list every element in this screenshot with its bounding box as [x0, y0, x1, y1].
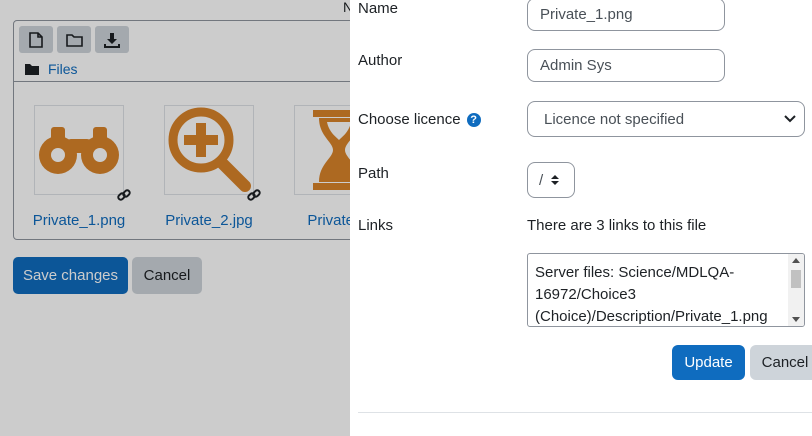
scroll-down-icon[interactable]	[792, 317, 800, 322]
path-select[interactable]: /	[527, 162, 575, 198]
scrollbar-thumb[interactable]	[791, 270, 801, 288]
name-input[interactable]: Private_1.png	[527, 0, 725, 31]
links-list[interactable]: Server files: Science/MDLQA-16972/Choice…	[527, 253, 805, 327]
author-label: Author	[358, 52, 403, 69]
sort-icon	[551, 175, 560, 185]
link-path: Server files: Science/MDLQA-16972/Choice…	[535, 264, 768, 325]
update-button[interactable]: Update	[672, 345, 745, 380]
help-icon[interactable]: ?	[466, 112, 481, 127]
chevron-down-icon	[784, 115, 796, 123]
author-input[interactable]: Admin Sys	[527, 49, 725, 82]
divider	[358, 412, 812, 413]
scrollbar[interactable]	[788, 254, 804, 326]
scroll-up-icon[interactable]	[792, 258, 800, 263]
modal-backdrop	[0, 0, 350, 436]
file-details-panel: Name Private_1.png Author Admin Sys Choo…	[350, 0, 812, 436]
cancel-button[interactable]: Cancel	[750, 345, 812, 380]
links-label: Links	[358, 217, 394, 234]
licence-select[interactable]: Licence not specified	[527, 101, 805, 137]
licence-label: Choose licence ?	[358, 111, 481, 128]
links-summary: There are 3 links to this file	[527, 217, 707, 234]
name-label: Name	[358, 0, 399, 17]
path-label: Path	[358, 165, 389, 182]
